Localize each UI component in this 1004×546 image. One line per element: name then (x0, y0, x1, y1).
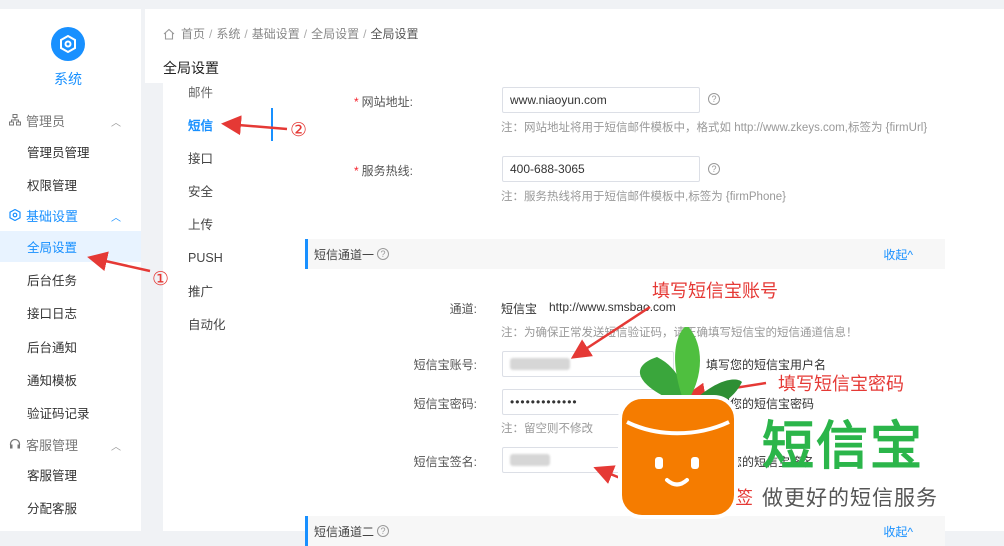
annotation-marker-2: ② (290, 119, 308, 141)
watermark-brand: 短信宝 (762, 418, 925, 476)
watermark-slogan: 做更好的短信服务 (762, 487, 938, 510)
annotation-marker-1: ① (152, 268, 170, 290)
callout-account: 填写短信宝账号 (652, 281, 778, 302)
arrow-to-global-settings (87, 251, 151, 273)
arrow-to-sms-tab (221, 115, 288, 136)
